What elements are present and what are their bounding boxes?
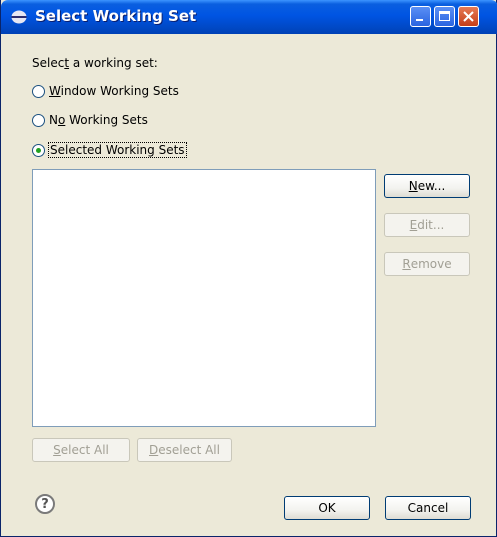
select-all-button[interactable]: Select All xyxy=(32,438,130,462)
button-label: OK xyxy=(318,501,336,515)
button-accelerator: S xyxy=(53,443,61,457)
remove-button[interactable]: Remove xyxy=(384,252,470,276)
radio-window-working-sets[interactable]: Window Working Sets xyxy=(32,82,179,100)
new-button[interactable]: New... xyxy=(384,174,470,198)
close-button[interactable] xyxy=(458,6,479,27)
radio-label-text: Selected Working Sets xyxy=(50,143,185,157)
deselect-all-button[interactable]: Deselect All xyxy=(137,438,232,462)
eclipse-icon xyxy=(11,10,27,24)
working-set-prompt: Select a working set: xyxy=(32,56,158,70)
button-label: eselect All xyxy=(158,443,220,457)
select-working-set-dialog: Select Working Set Select a working set:… xyxy=(0,0,497,537)
cancel-button[interactable]: Cancel xyxy=(385,496,471,520)
help-icon[interactable]: ? xyxy=(35,494,55,514)
ok-button[interactable]: OK xyxy=(284,496,370,520)
button-label: ew... xyxy=(417,179,446,193)
help-glyph: ? xyxy=(41,496,49,512)
button-label: dit... xyxy=(417,218,445,232)
radio-label: Selected Working Sets xyxy=(48,142,187,158)
button-accelerator: N xyxy=(408,179,418,193)
radio-selected-working-sets[interactable]: Selected Working Sets xyxy=(32,141,187,159)
window-title: Select Working Set xyxy=(35,7,197,25)
button-label: Cancel xyxy=(407,501,449,515)
radio-no-working-sets[interactable]: No Working Sets xyxy=(32,111,148,129)
radio-label-text: indow Working Sets xyxy=(60,84,179,98)
maximize-button[interactable] xyxy=(434,6,455,27)
edit-button[interactable]: Edit... xyxy=(384,213,470,237)
button-accelerator: D xyxy=(149,443,159,457)
title-bar[interactable]: Select Working Set xyxy=(1,0,497,34)
radio-label: No Working Sets xyxy=(49,113,148,127)
button-accelerator: E xyxy=(409,218,418,232)
working-sets-list[interactable] xyxy=(32,169,376,427)
radio-selected-dot-icon xyxy=(36,147,41,153)
button-label: elect All xyxy=(60,443,109,457)
minimize-button[interactable] xyxy=(410,6,431,27)
minimize-icon xyxy=(416,19,423,21)
button-label: emove xyxy=(410,257,452,271)
radio-circle-icon xyxy=(32,143,45,157)
radio-label: Window Working Sets xyxy=(49,84,179,98)
prompt-text-post: a working set: xyxy=(69,56,158,70)
radio-circle-icon xyxy=(32,113,45,127)
close-icon xyxy=(463,11,474,22)
prompt-text-pre: Selec xyxy=(32,56,65,70)
maximize-icon xyxy=(439,11,450,21)
radio-accelerator: W xyxy=(49,84,61,98)
radio-circle-icon xyxy=(32,84,45,98)
button-accelerator: R xyxy=(402,257,411,271)
radio-label-pre: N xyxy=(49,113,58,127)
radio-label-text: Working Sets xyxy=(65,113,148,127)
